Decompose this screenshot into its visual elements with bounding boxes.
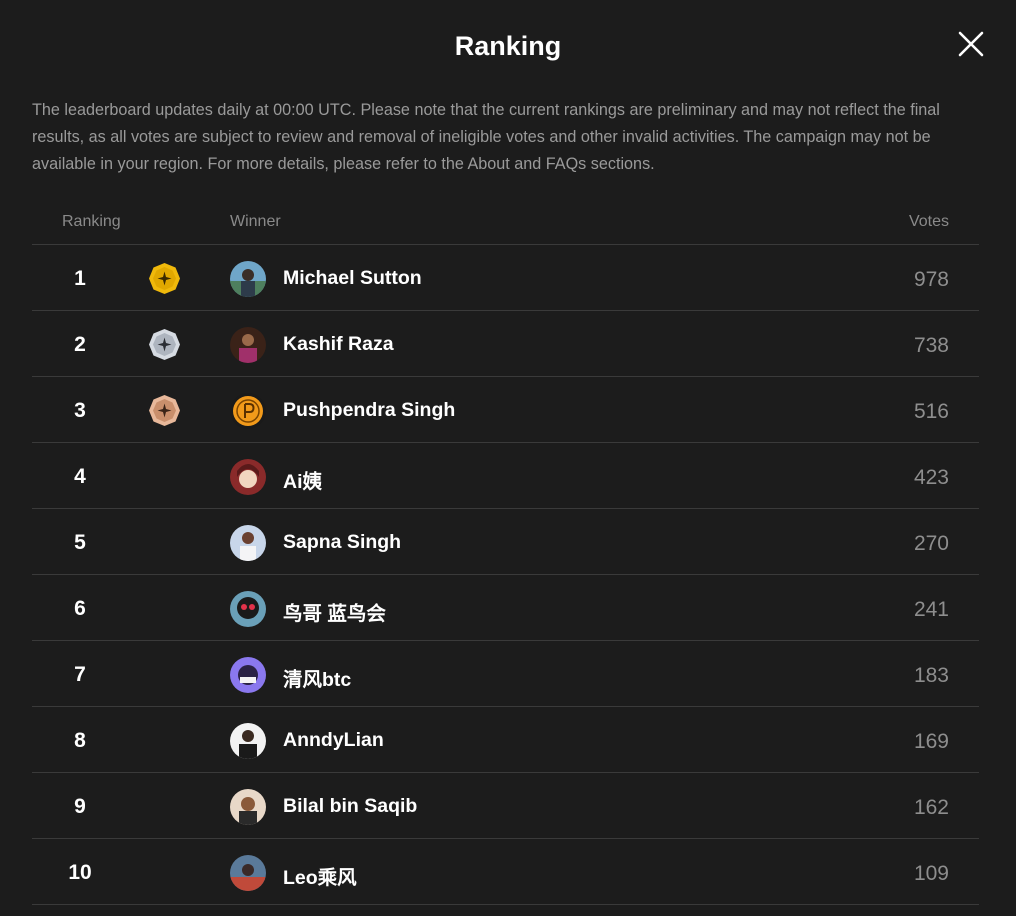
table-row: 10 Leo乘风 109 <box>32 839 979 905</box>
vote-count: 162 <box>913 796 949 819</box>
vote-count: 516 <box>913 400 949 423</box>
dialog-title: Ranking <box>454 31 562 61</box>
table-row: 7 清风btc 183 <box>32 641 979 707</box>
vote-count: 270 <box>913 532 949 555</box>
winner-name[interactable]: 鸟哥 蓝鸟会 <box>283 597 386 626</box>
vote-count: 169 <box>913 730 949 753</box>
avatar[interactable] <box>230 327 266 363</box>
rank-number: 5 <box>74 531 86 554</box>
table-row: 2 Kashif Raza 738 <box>32 311 979 377</box>
table-row: 3 Pushpendra Singh 516 <box>32 377 979 443</box>
rank-number: 4 <box>74 465 86 488</box>
table-row: 1 Michael Sutton 978 <box>32 245 979 311</box>
winner-name[interactable]: Bilal bin Saqib <box>283 795 417 818</box>
rank-number: 8 <box>74 729 86 752</box>
leaderboard-notice: The leaderboard updates daily at 00:00 U… <box>32 101 940 173</box>
header-ranking: Ranking <box>62 213 121 230</box>
rank-number: 10 <box>68 861 92 884</box>
avatar[interactable] <box>230 789 266 825</box>
rank-number: 6 <box>74 597 86 620</box>
winner-name[interactable]: Ai姨 <box>283 465 322 494</box>
header-winner: Winner <box>230 213 281 230</box>
table-row: 6 鸟哥 蓝鸟会 241 <box>32 575 979 641</box>
vote-count: 109 <box>913 862 949 885</box>
ranking-table: Ranking Winner Votes 1 Michael Sutton 97… <box>32 199 979 905</box>
header-votes: Votes <box>908 213 949 230</box>
avatar[interactable] <box>230 855 266 891</box>
rank-number: 1 <box>74 267 86 290</box>
avatar[interactable] <box>230 459 266 495</box>
silver-medal-icon <box>148 328 181 361</box>
avatar[interactable] <box>230 657 266 693</box>
winner-name[interactable]: Leo乘风 <box>283 861 357 890</box>
winner-name[interactable]: 清风btc <box>283 663 351 692</box>
vote-count: 423 <box>913 466 949 489</box>
vote-count: 978 <box>913 268 949 291</box>
bronze-medal-icon <box>148 394 181 427</box>
winner-name[interactable]: Michael Sutton <box>283 267 422 290</box>
avatar[interactable] <box>230 261 266 297</box>
vote-count: 241 <box>913 598 949 621</box>
rank-number: 7 <box>74 663 86 686</box>
winner-name[interactable]: Kashif Raza <box>283 333 394 356</box>
vote-count: 738 <box>913 334 949 357</box>
avatar[interactable] <box>230 723 266 759</box>
table-row: 9 Bilal bin Saqib 162 <box>32 773 979 839</box>
ranking-dialog: Ranking The leaderboard updates daily at… <box>0 0 1016 916</box>
winner-name[interactable]: Pushpendra Singh <box>283 399 455 422</box>
rank-number: 2 <box>74 333 86 356</box>
table-header: Ranking Winner Votes <box>32 199 979 245</box>
rank-number: 3 <box>74 399 86 422</box>
avatar[interactable] <box>230 591 266 627</box>
table-row: 4 Ai姨 423 <box>32 443 979 509</box>
rank-number: 9 <box>74 795 86 818</box>
avatar[interactable] <box>230 525 266 561</box>
close-icon[interactable] <box>955 28 987 60</box>
winner-name[interactable]: Sapna Singh <box>283 531 401 554</box>
winner-name[interactable]: AnndyLian <box>283 729 384 752</box>
vote-count: 183 <box>913 664 949 687</box>
table-row: 8 AnndyLian 169 <box>32 707 979 773</box>
gold-medal-icon <box>148 262 181 295</box>
avatar[interactable] <box>230 393 266 429</box>
table-row: 5 Sapna Singh 270 <box>32 509 979 575</box>
